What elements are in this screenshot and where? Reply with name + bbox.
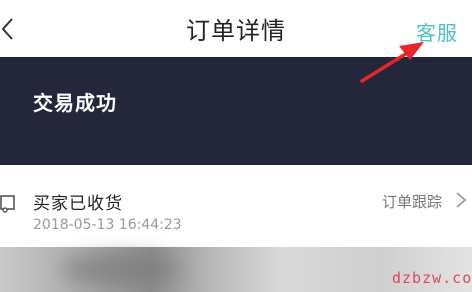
order-tracking-link[interactable]: 订单跟踪: [382, 191, 442, 212]
truck-icon: [0, 192, 18, 214]
watermark: dzbzw.com: [392, 269, 472, 287]
page-title: 订单详情: [186, 17, 286, 45]
status-banner: 交易成功: [0, 57, 472, 165]
shipping-status: 买家已收货: [33, 194, 123, 214]
order-status-text: 交易成功: [33, 91, 117, 115]
shipping-timestamp: 2018-05-13 16:44:23: [33, 217, 182, 233]
chevron-right-icon[interactable]: [454, 189, 468, 211]
customer-service-button[interactable]: 客服: [416, 17, 458, 46]
top-navbar: 订单详情 客服: [0, 0, 472, 58]
blurred-shape: [60, 255, 180, 285]
shipping-row[interactable]: 买家已收货 2018-05-13 16:44:23 订单跟踪: [0, 165, 472, 247]
